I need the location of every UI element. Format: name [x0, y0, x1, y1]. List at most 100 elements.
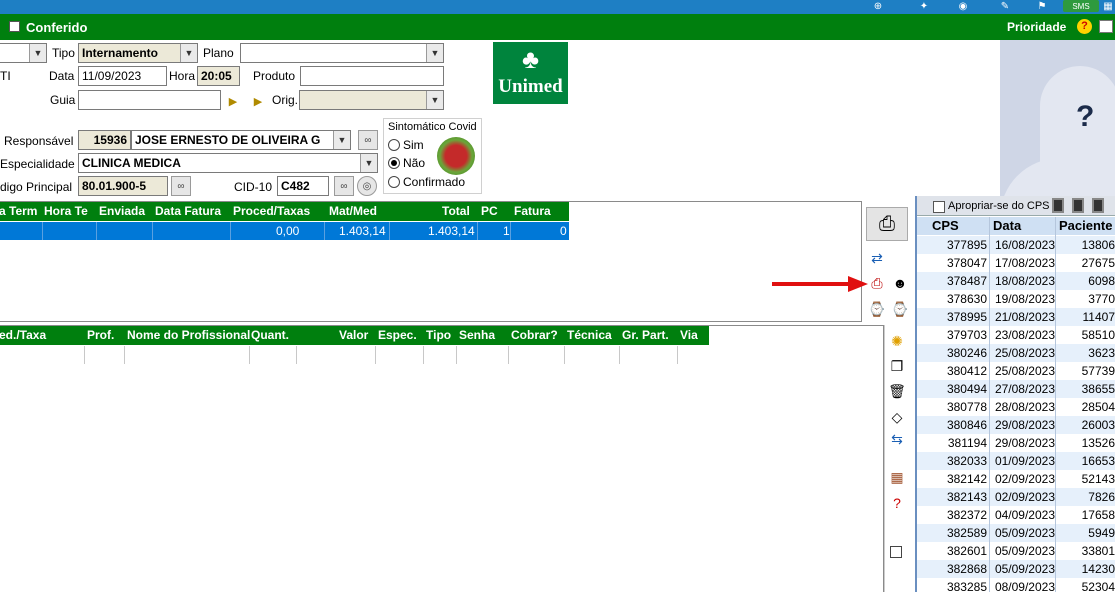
hora-field[interactable]: 20:05 — [197, 66, 240, 86]
binoculars-icon[interactable]: ∞ — [334, 176, 354, 196]
col-header[interactable]: Fatura — [514, 204, 551, 218]
chevron-down-icon[interactable]: ▼ — [180, 44, 197, 62]
responsavel-select[interactable]: JOSE ERNESTO DE OLIVEIRA G ▼ — [131, 130, 351, 150]
codigo-principal-field[interactable]: 80.01.900-5 — [78, 176, 168, 196]
upper-grid[interactable]: a Term Hora Te Enviada Data Fatura Proce… — [0, 201, 862, 322]
lower-grid[interactable]: ed./Taxa Prof. Nome do Profissional Quan… — [0, 325, 884, 592]
col-header[interactable]: Data Fatura — [155, 204, 221, 218]
calendar-icon[interactable]: ▦ — [886, 467, 908, 487]
chevron-down-icon[interactable]: ▼ — [29, 44, 46, 62]
table-row[interactable]: 0,00 1.403,14 1.403,14 1 0 — [0, 222, 569, 240]
table-row[interactable]: 380846 29/08/2023 26003 — [917, 416, 1115, 434]
covid-radio-nao[interactable] — [388, 157, 400, 169]
eraser-icon[interactable]: ◇ — [886, 407, 908, 427]
apropriar-checkbox[interactable] — [933, 201, 945, 213]
table-row[interactable]: 383285 08/09/2023 52304 — [917, 578, 1115, 592]
copy-icon[interactable]: ❐ — [886, 356, 908, 376]
col-header[interactable]: Espec. — [378, 328, 417, 342]
col-header[interactable]: Senha — [459, 328, 495, 342]
col-header[interactable]: Mat/Med — [329, 204, 377, 218]
clock-doc-icon[interactable]: ⌚ — [866, 299, 888, 319]
table-row[interactable]: 380246 25/08/2023 3623 — [917, 344, 1115, 362]
table-row[interactable]: 382589 05/09/2023 5949 — [917, 524, 1115, 542]
help-icon[interactable]: ? — [886, 493, 908, 513]
chevron-down-icon[interactable]: ▼ — [360, 154, 377, 172]
sort-arrows-icon[interactable]: ⇆ — [886, 429, 908, 449]
col-header-data[interactable]: Data — [993, 218, 1021, 233]
table-row[interactable]: 380412 25/08/2023 57739 — [917, 362, 1115, 380]
conferido-checkbox[interactable] — [9, 21, 20, 32]
binoculars-icon[interactable]: ∞ — [358, 130, 378, 150]
col-header[interactable]: Nome do Profissional — [127, 328, 250, 342]
guia-field[interactable] — [78, 90, 221, 110]
produto-field[interactable] — [300, 66, 444, 86]
orig-select[interactable]: ▼ — [299, 90, 444, 110]
col-header[interactable]: Hora Te — [44, 204, 88, 218]
chevron-down-icon[interactable]: ▼ — [426, 44, 443, 62]
data-field[interactable]: 11/09/2023 — [78, 66, 167, 86]
printer-icon[interactable]: ⎙ — [866, 207, 908, 241]
col-header[interactable]: Prof. — [87, 328, 114, 342]
col-header-paciente[interactable]: Paciente — [1059, 218, 1112, 233]
pin-icon[interactable]: ✦ — [915, 0, 933, 12]
table-row[interactable]: 378630 19/08/2023 3770 — [917, 290, 1115, 308]
option-checkbox[interactable] — [890, 546, 902, 558]
col-header[interactable]: Proced/Taxas — [233, 204, 310, 218]
record-icon[interactable]: ◉ — [950, 0, 976, 12]
table-row[interactable]: 378487 18/08/2023 6098 — [917, 272, 1115, 290]
table-row[interactable]: 381194 29/08/2023 13526 — [917, 434, 1115, 452]
cid-field[interactable]: C482 — [277, 176, 329, 196]
target-icon[interactable]: ◎ — [357, 176, 377, 196]
col-header[interactable]: Total — [442, 204, 470, 218]
calendar-icon[interactable] — [1099, 20, 1113, 33]
phone-icon[interactable] — [1092, 198, 1104, 213]
table-row[interactable]: 378995 21/08/2023 11407 — [917, 308, 1115, 326]
col-header[interactable]: Gr. Part. — [622, 328, 669, 342]
tipo-select[interactable]: Internamento ▼ — [78, 43, 198, 63]
document-icon[interactable]: ✎ — [990, 0, 1020, 12]
col-header[interactable]: Enviada — [99, 204, 145, 218]
col-header[interactable]: Valor — [339, 328, 368, 342]
table-row[interactable]: 382143 02/09/2023 7826 — [917, 488, 1115, 506]
left-dropdown[interactable]: ▼ — [0, 43, 47, 63]
col-header[interactable]: a Term — [0, 204, 37, 218]
col-header[interactable]: Tipo — [426, 328, 451, 342]
col-header[interactable]: Técnica — [567, 328, 612, 342]
face-icon[interactable]: ☻ — [889, 273, 911, 293]
add-globe-icon[interactable]: ⊕ — [866, 0, 890, 12]
table-row[interactable]: 382033 01/09/2023 16653 — [917, 452, 1115, 470]
table-row[interactable]: 380494 27/08/2023 38655 — [917, 380, 1115, 398]
chevron-down-icon[interactable]: ▼ — [333, 131, 350, 149]
patient-avatar[interactable]: ? — [1000, 40, 1115, 196]
responsavel-code[interactable]: 15936 — [78, 130, 131, 150]
export-icon[interactable]: ⇄ — [866, 248, 888, 268]
table-row[interactable]: 382372 04/09/2023 17658 — [917, 506, 1115, 524]
col-header-cps[interactable]: CPS — [932, 218, 959, 233]
trash-icon[interactable]: 🗑 — [886, 381, 908, 401]
table-row[interactable]: 380778 28/08/2023 28504 — [917, 398, 1115, 416]
new-sun-icon[interactable]: ✺ — [886, 331, 908, 351]
plano-select[interactable]: ▼ — [240, 43, 444, 63]
table-row[interactable]: 379703 23/08/2023 58510 — [917, 326, 1115, 344]
clock-doc-icon[interactable]: ⌚ — [889, 299, 911, 319]
table-row[interactable]: 382868 05/09/2023 14230 — [917, 560, 1115, 578]
flag-icon[interactable]: ⚑ — [1032, 0, 1052, 12]
grid-icon[interactable]: ▦ — [1101, 0, 1115, 12]
col-header[interactable]: ed./Taxa — [0, 328, 46, 342]
col-header[interactable]: Via — [680, 328, 698, 342]
col-header[interactable]: Cobrar? — [511, 328, 558, 342]
table-row[interactable]: 377895 16/08/2023 13806 — [917, 236, 1115, 254]
covid-radio-sim[interactable] — [388, 139, 400, 151]
covid-radio-confirmado[interactable] — [388, 176, 400, 188]
col-header[interactable]: Quant. — [251, 328, 289, 342]
phone-icon[interactable] — [1072, 198, 1084, 213]
table-row[interactable]: 382601 05/09/2023 33801 — [917, 542, 1115, 560]
help-icon[interactable]: ? — [1077, 19, 1092, 34]
chevron-down-icon[interactable]: ▼ — [426, 91, 443, 109]
col-header[interactable]: PC — [481, 204, 498, 218]
table-row[interactable]: 378047 17/08/2023 27675 — [917, 254, 1115, 272]
phone-icon[interactable] — [1052, 198, 1064, 213]
binoculars-icon[interactable]: ∞ — [171, 176, 191, 196]
sms-icon[interactable]: SMS — [1063, 0, 1099, 12]
table-row[interactable]: 382142 02/09/2023 52143 — [917, 470, 1115, 488]
